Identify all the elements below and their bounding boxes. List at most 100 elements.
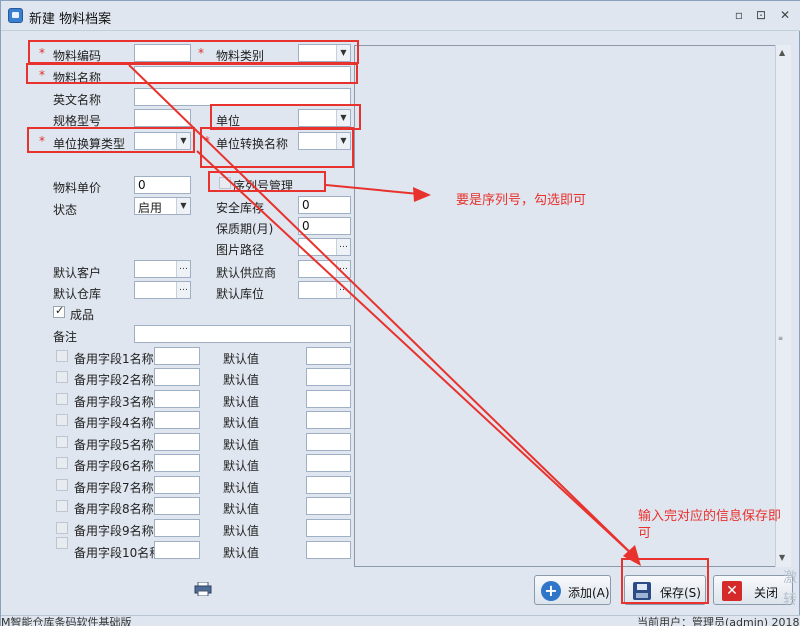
material-archive-window: 新建 物料档案 ▫ ⊡ ✕ ▲ ≡ ▼ * 物料编码 * 物料类别 ▼ * 物料… xyxy=(0,0,800,626)
spare-field-name-label: 备用字段4名称 xyxy=(74,416,154,430)
remark-label: 备注 xyxy=(53,330,78,344)
safety-stock-input[interactable]: 0 xyxy=(298,196,351,214)
default-supplier-label: 默认供应商 xyxy=(216,266,277,280)
spare-field-default-label: 默认值 xyxy=(223,438,260,452)
browse-ellipsis-icon[interactable]: … xyxy=(336,261,350,277)
image-preview-panel xyxy=(354,45,791,567)
status-app-name: M智能仓库条码软件基础版 xyxy=(1,616,132,626)
spare-field-default-label: 默认值 xyxy=(223,352,260,366)
printer-icon[interactable] xyxy=(194,582,212,596)
shelf-life-input[interactable]: 0 xyxy=(298,217,351,235)
spare-field-checkbox[interactable] xyxy=(56,371,68,383)
highlight-box xyxy=(27,127,195,153)
highlight-box xyxy=(200,127,354,168)
spare-field-name-input[interactable] xyxy=(154,454,200,472)
browse-ellipsis-icon[interactable]: … xyxy=(336,282,350,298)
spare-field-checkbox[interactable] xyxy=(56,414,68,426)
spare-field-default-input[interactable] xyxy=(306,411,351,429)
spare-field-default-input[interactable] xyxy=(306,390,351,408)
spare-field-checkbox[interactable] xyxy=(56,393,68,405)
spare-field-checkbox[interactable] xyxy=(56,350,68,362)
spare-field-name-label: 备用字段2名称 xyxy=(74,373,154,387)
spare-field-name-input[interactable] xyxy=(154,368,200,386)
spare-field-checkbox[interactable] xyxy=(56,500,68,512)
spare-field-name-input[interactable] xyxy=(154,497,200,515)
default-warehouse-label: 默认仓库 xyxy=(53,287,102,301)
spare-field-checkbox[interactable] xyxy=(56,537,68,549)
status-label: 状态 xyxy=(53,203,78,217)
default-warehouse-input[interactable]: … xyxy=(134,281,191,299)
spare-field-name-label: 备用字段9名称 xyxy=(74,524,154,538)
browse-ellipsis-icon[interactable]: … xyxy=(176,282,190,298)
default-location-input[interactable]: … xyxy=(298,281,351,299)
default-supplier-input[interactable]: … xyxy=(298,260,351,278)
add-button[interactable]: + 添加(A) xyxy=(534,575,611,605)
serial-note-text: 要是序列号，勾选即可 xyxy=(456,193,587,208)
add-button-label: 添加(A) xyxy=(568,586,610,600)
unit-price-input[interactable]: 0 xyxy=(134,176,191,194)
restore-button[interactable]: ⊡ xyxy=(753,8,769,22)
highlight-box xyxy=(621,558,709,604)
save-note-text: 输入完对应的信息保存即 xyxy=(638,509,782,524)
minimize-button[interactable]: ▫ xyxy=(731,8,747,22)
watermark-text: 激 xyxy=(783,570,797,586)
status-current-user: 当前用户：管理员(admin) 2018年 xyxy=(637,616,800,626)
spare-field-checkbox[interactable] xyxy=(56,436,68,448)
spare-field-checkbox[interactable] xyxy=(56,457,68,469)
spare-field-checkbox[interactable] xyxy=(56,479,68,491)
close-x-icon: ✕ xyxy=(722,581,742,601)
spec-model-input[interactable] xyxy=(134,109,191,127)
close-window-button[interactable]: ✕ xyxy=(777,8,793,22)
app-icon xyxy=(8,8,23,23)
spare-field-name-label: 备用字段1名称 xyxy=(74,352,154,366)
spare-field-default-input[interactable] xyxy=(306,454,351,472)
spare-field-default-label: 默认值 xyxy=(223,524,260,538)
default-customer-input[interactable]: … xyxy=(134,260,191,278)
close-button[interactable]: ✕ 关闭 xyxy=(713,575,793,605)
status-select[interactable]: 启用 ▼ xyxy=(134,197,191,215)
spare-field-default-input[interactable] xyxy=(306,347,351,365)
unit-price-label: 物料单价 xyxy=(53,181,102,195)
spare-field-name-input[interactable] xyxy=(154,411,200,429)
browse-ellipsis-icon[interactable]: … xyxy=(176,261,190,277)
spare-field-name-label: 备用字段7名称 xyxy=(74,481,154,495)
scroll-up-icon[interactable]: ▲ xyxy=(779,48,785,57)
safety-stock-label: 安全库存 xyxy=(216,201,265,215)
spare-field-default-label: 默认值 xyxy=(223,546,260,560)
browse-ellipsis-icon[interactable]: … xyxy=(336,239,350,255)
spare-field-name-input[interactable] xyxy=(154,476,200,494)
highlight-box xyxy=(208,171,326,192)
dropdown-arrow-icon[interactable]: ▼ xyxy=(176,198,190,214)
default-customer-label: 默认客户 xyxy=(53,266,102,280)
spare-field-name-label: 备用字段8名称 xyxy=(74,502,154,516)
spare-field-default-input[interactable] xyxy=(306,476,351,494)
spare-field-default-input[interactable] xyxy=(306,541,351,559)
spare-field-name-label: 备用字段6名称 xyxy=(74,459,154,473)
spare-field-name-input[interactable] xyxy=(154,347,200,365)
spare-field-default-input[interactable] xyxy=(306,433,351,451)
spare-field-name-input[interactable] xyxy=(154,541,200,559)
spare-field-name-input[interactable] xyxy=(154,519,200,537)
spare-field-default-input[interactable] xyxy=(306,368,351,386)
finished-product-label: 成品 xyxy=(70,308,95,322)
scroll-down-icon[interactable]: ▼ xyxy=(779,553,785,562)
spare-field-default-input[interactable] xyxy=(306,519,351,537)
scroll-grip-icon[interactable]: ≡ xyxy=(778,335,789,342)
save-note-text-2: 可 xyxy=(638,526,652,541)
remark-input[interactable] xyxy=(134,325,351,343)
highlight-box xyxy=(28,40,359,64)
image-path-input[interactable]: … xyxy=(298,238,351,256)
close-button-label: 关闭 xyxy=(754,586,779,600)
spare-field-default-label: 默认值 xyxy=(223,373,260,387)
vertical-scrollbar[interactable]: ▲ ≡ ▼ xyxy=(775,45,791,567)
spare-field-default-input[interactable] xyxy=(306,497,351,515)
watermark-text: 转 xyxy=(783,592,797,608)
finished-product-checkbox[interactable] xyxy=(53,304,65,318)
spare-field-name-label: 备用字段3名称 xyxy=(74,395,154,409)
spare-field-default-label: 默认值 xyxy=(223,459,260,473)
spare-field-name-input[interactable] xyxy=(154,390,200,408)
spare-field-checkbox[interactable] xyxy=(56,522,68,534)
spare-field-name-input[interactable] xyxy=(154,433,200,451)
spare-field-name-label: 备用字段10名称 xyxy=(74,546,162,560)
status-value: 启用 xyxy=(138,201,163,215)
